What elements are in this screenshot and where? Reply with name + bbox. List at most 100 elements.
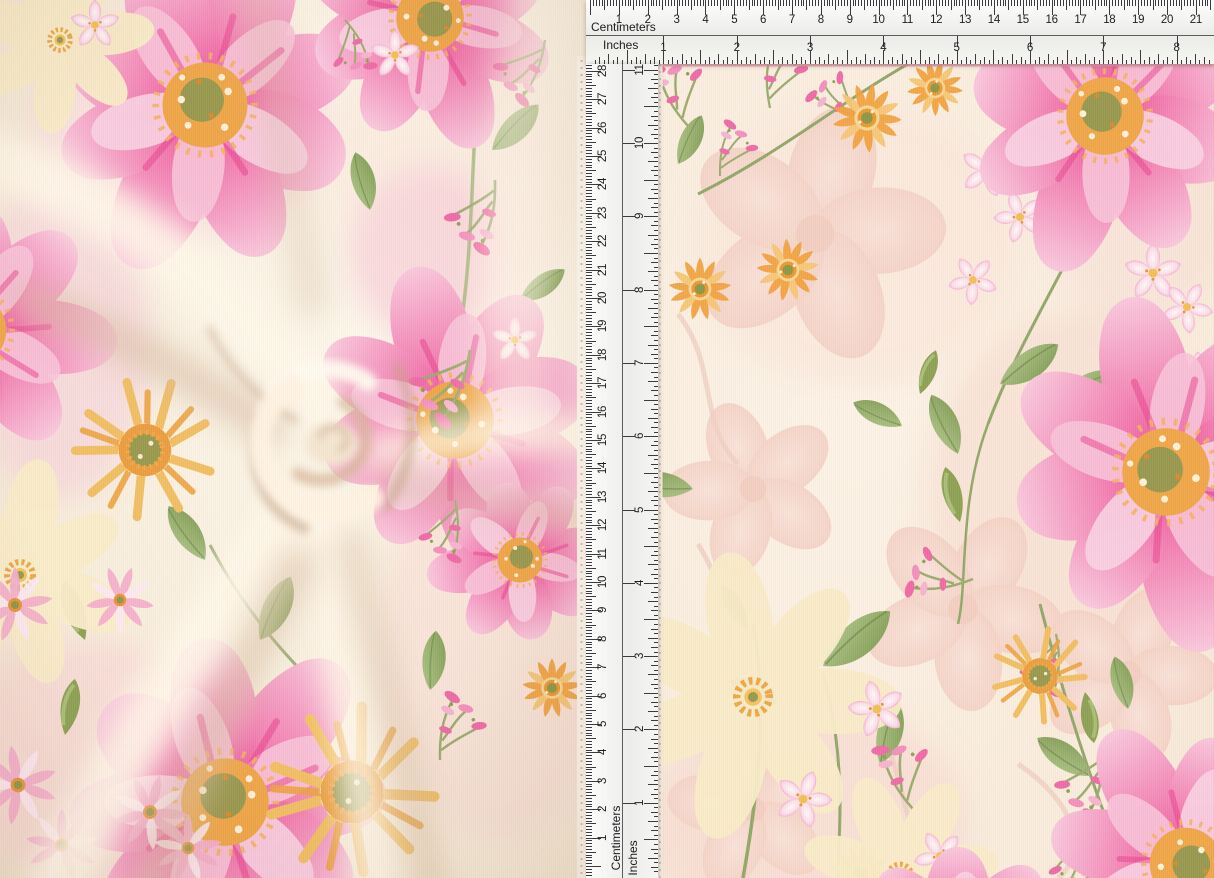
- cm-tick: [586, 392, 592, 393]
- cm-tick: [586, 778, 592, 779]
- cm-tick: [586, 684, 592, 685]
- cm-tick: [586, 738, 596, 739]
- sixteenth-inch-tick: [1089, 60, 1090, 64]
- cm-tick: [586, 96, 592, 97]
- cm-tick: [1164, 0, 1165, 6]
- cm-tick: [703, 0, 704, 6]
- cm-tick: [726, 0, 727, 6]
- cm-tick: [766, 0, 767, 6]
- cm-tick: [772, 0, 773, 6]
- sixteenth-inch-tick: [651, 116, 658, 117]
- sixteenth-inch-tick: [911, 57, 912, 64]
- sixteenth-inch-tick: [1067, 50, 1068, 64]
- cm-tick: [586, 309, 592, 310]
- cm-tick: [1101, 0, 1102, 6]
- cm-number: 27: [597, 93, 609, 105]
- vertical-ruler-inch-label: Inches: [626, 840, 640, 875]
- sixteenth-inch-tick: [654, 377, 658, 378]
- sixteenth-inch-tick: [651, 427, 658, 428]
- sixteenth-inch-tick: [654, 175, 658, 176]
- cm-tick: [586, 471, 592, 472]
- cm-tick: [798, 0, 799, 6]
- cm-tick: [717, 0, 718, 6]
- cm-tick: [586, 690, 592, 691]
- cm-tick: [902, 0, 903, 6]
- cm-tick: [586, 463, 592, 464]
- cm-tick: [586, 730, 592, 731]
- sixteenth-inch-tick: [651, 684, 658, 685]
- sixteenth-inch-tick: [1122, 54, 1123, 64]
- sixteenth-inch-tick: [644, 839, 658, 840]
- sixteenth-inch-tick: [897, 60, 898, 64]
- cm-tick: [803, 0, 804, 6]
- cm-tick: [586, 735, 592, 736]
- sixteenth-inch-tick: [654, 661, 658, 662]
- sixteenth-inch-tick: [651, 445, 658, 446]
- sixteenth-inch-tick: [989, 60, 990, 64]
- cm-tick: [586, 625, 596, 626]
- cm-tick: [1150, 0, 1151, 6]
- sixteenth-inch-tick: [651, 574, 658, 575]
- cm-tick: [812, 0, 813, 6]
- cm-tick: [610, 0, 611, 6]
- cm-number: 3: [673, 14, 679, 26]
- cm-tick: [1098, 0, 1099, 6]
- cm-tick: [586, 150, 592, 151]
- cm-tick: [586, 644, 592, 645]
- cm-number: 2: [597, 806, 609, 812]
- sixteenth-inch-tick: [644, 693, 658, 694]
- cm-tick: [586, 324, 592, 325]
- sixteenth-inch-tick: [1131, 57, 1132, 64]
- cm-tick: [586, 659, 592, 660]
- sixteenth-inch-tick: [796, 60, 797, 64]
- sixteenth-inch-tick: [644, 290, 658, 291]
- cm-number: 14: [597, 462, 609, 474]
- cm-tick: [1104, 0, 1105, 6]
- cm-tick: [586, 315, 592, 316]
- cm-tick: [653, 0, 654, 6]
- cm-tick: [586, 772, 592, 773]
- cm-tick: [586, 182, 592, 183]
- cm-tick: [1190, 0, 1191, 6]
- cm-tick: [832, 0, 833, 6]
- cm-tick: [586, 855, 592, 856]
- cm-tick: [769, 0, 770, 6]
- cm-tick: [893, 0, 894, 10]
- sixteenth-inch-tick: [1126, 60, 1127, 64]
- sixteenth-inch-tick: [644, 436, 658, 437]
- sixteenth-inch-tick: [746, 57, 747, 64]
- sixteenth-inch-tick: [654, 514, 658, 515]
- sixteenth-inch-tick: [1135, 60, 1136, 64]
- sixteenth-inch-tick: [654, 771, 658, 772]
- cm-tick: [838, 0, 839, 6]
- sixteenth-inch-tick: [648, 491, 658, 492]
- cm-tick: [586, 670, 592, 671]
- cm-tick: [630, 0, 631, 6]
- sixteenth-inch-tick: [1016, 60, 1017, 64]
- sixteenth-inch-tick: [654, 230, 658, 231]
- sixteenth-inch-tick: [654, 367, 658, 368]
- sixteenth-inch-tick: [755, 54, 756, 64]
- sixteenth-inch-tick: [801, 57, 802, 64]
- sixteenth-inch-tick: [654, 432, 658, 433]
- cm-tick: [586, 258, 592, 259]
- cm-number: 5: [731, 14, 737, 26]
- cm-tick: [586, 511, 596, 512]
- sixteenth-inch-tick: [644, 803, 658, 804]
- cm-tick: [1005, 0, 1006, 6]
- cm-tick: [1046, 0, 1047, 6]
- cm-tick: [586, 514, 592, 515]
- sixteenth-inch-tick: [648, 345, 658, 346]
- cm-tick: [685, 0, 686, 6]
- sixteenth-inch-tick: [906, 60, 907, 64]
- sixteenth-inch-tick: [654, 148, 658, 149]
- cm-tick: [586, 255, 596, 256]
- cm-tick: [586, 406, 592, 407]
- cm-tick: [864, 0, 865, 10]
- cm-tick: [792, 0, 793, 15]
- cm-tick: [928, 0, 929, 6]
- cm-tick: [916, 0, 917, 6]
- cm-tick: [586, 102, 592, 103]
- cm-tick: [1029, 0, 1030, 6]
- cm-tick: [723, 0, 724, 6]
